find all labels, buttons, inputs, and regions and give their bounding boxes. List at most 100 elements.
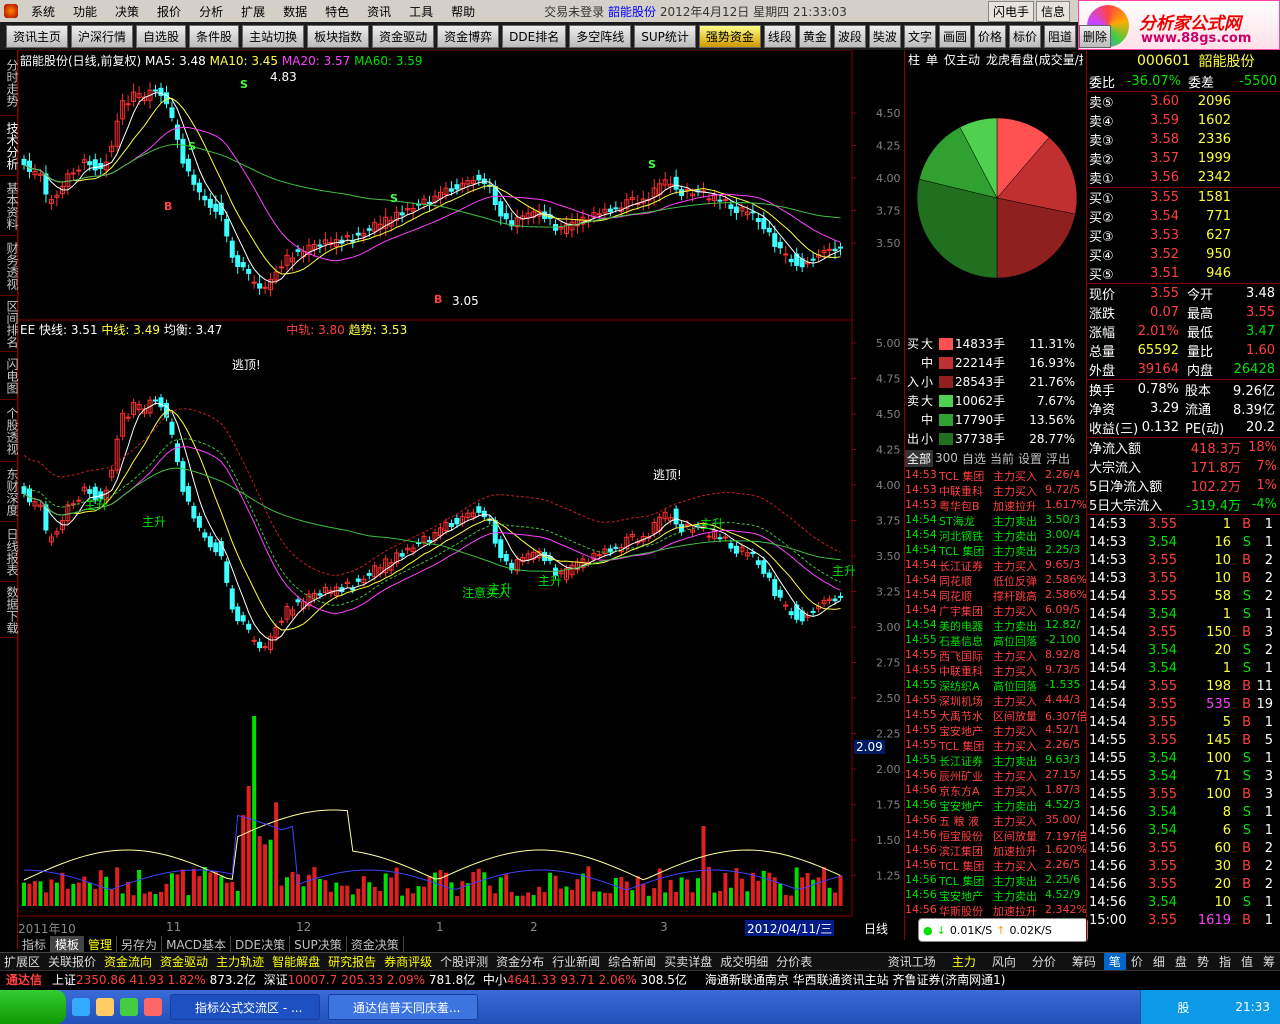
info-tab[interactable]: 资金分布 <box>492 953 548 970</box>
kline-chart-area[interactable]: 4.50 4.25 4.00 3.75 3.50 5.00 4.75 4.50 4.25 4.00… <box>18 50 904 937</box>
info-tab[interactable]: 买卖详盘 <box>660 953 716 970</box>
left-tab[interactable]: 闪电图 <box>0 352 19 400</box>
left-tab[interactable]: 基本资料 <box>0 176 19 236</box>
toolbar-button[interactable]: DDE排名 <box>502 24 567 48</box>
menu-item[interactable]: 系统 <box>22 3 64 20</box>
capital-alert-row[interactable]: 14:56 京东方A 主力买入 1.87/3 <box>905 783 1087 798</box>
right-info-tab[interactable]: 资讯工场 <box>880 953 944 970</box>
left-tab[interactable]: 财务透视 <box>0 236 19 296</box>
capital-alert-row[interactable]: 14:54 长江证券 主力买入 9.65/3 <box>905 558 1087 573</box>
sidebar-tab[interactable]: 龙虎看盘(成交量/技术) <box>983 51 1083 68</box>
capital-alert-row[interactable]: 14:54 同花顺 撑杆跳高 2.586% <box>905 588 1087 603</box>
toolbar-button-active[interactable]: 强势资金 <box>698 24 761 48</box>
menu-item[interactable]: 分析 <box>190 3 232 20</box>
capital-alert-row[interactable]: 14:56 宝安地产 主力卖出 4.52/9 <box>905 888 1087 903</box>
bid-level-row[interactable]: 买④ 3.52 950 <box>1087 245 1280 264</box>
draw-tool-button[interactable]: 波段 <box>833 24 866 48</box>
capital-alert-row[interactable]: 14:56 宝安地产 主力卖出 4.52/3 <box>905 798 1087 813</box>
draw-tool-button[interactable]: 画圆 <box>938 24 971 48</box>
bid-level-row[interactable]: 买① 3.55 1581 <box>1087 188 1280 207</box>
capital-alert-row[interactable]: 14:55 宝安地产 主力买入 4.52/1 <box>905 723 1087 738</box>
quote-tab[interactable]: 价 <box>1126 953 1148 970</box>
toolbar-button[interactable]: SUP统计 <box>634 24 696 48</box>
indicator-tab[interactable]: SUP决策 <box>290 936 347 952</box>
ask-level-row[interactable]: 卖③ 3.58 2336 <box>1087 130 1280 149</box>
info-tab[interactable]: 行业新闻 <box>548 953 604 970</box>
right-info-tab[interactable]: 风向 <box>984 953 1024 970</box>
capital-alert-row[interactable]: 14:54 河北钢铁 主力卖出 3.00/4 <box>905 528 1087 543</box>
capital-alert-row[interactable]: 14:55 深纺织A 高位回落 -1.535 <box>905 678 1087 693</box>
draw-tool-button[interactable]: 文字 <box>903 24 936 48</box>
info-tab[interactable]: 分价表 <box>772 953 816 970</box>
menu-item[interactable]: 数据 <box>274 3 316 20</box>
taskbar-window-button[interactable]: 通达信普天同庆羞... <box>328 994 478 1020</box>
draw-tool-button[interactable]: 标价 <box>1008 24 1041 48</box>
menu-item[interactable]: 功能 <box>64 3 106 20</box>
flash-trade-button[interactable]: 闪电手 <box>988 1 1035 22</box>
indicator-tab[interactable]: 另存为 <box>117 936 163 952</box>
capital-alert-row[interactable]: 14:56 TCL 集团 主力卖出 2.25/6 <box>905 873 1087 888</box>
toolbar-button[interactable]: 资金驱动 <box>372 24 435 48</box>
capital-alert-row[interactable]: 14:55 深圳机场 主力买入 4.44/3 <box>905 693 1087 708</box>
right-info-tab[interactable]: 分价 <box>1024 953 1064 970</box>
toolbar-button[interactable]: 资金博弈 <box>437 24 500 48</box>
capital-alert-row[interactable]: 14:55 西飞国际 主力买入 8.92/8 <box>905 648 1087 663</box>
toolbar-button[interactable]: 沪深行情 <box>71 24 134 48</box>
ime-indicator[interactable]: 股 <box>1177 999 1189 1016</box>
capital-alert-row[interactable]: 14:56 辰州矿业 主力买入 27.15/ <box>905 768 1087 783</box>
indicator-tab[interactable]: 指标 <box>18 936 52 952</box>
capital-alert-row[interactable]: 14:55 大禹节水 区间放量 6.307倍 <box>905 708 1087 723</box>
capital-alert-row[interactable]: 14:56 恒宝股份 区间放量 7.197倍 <box>905 828 1087 843</box>
capital-alert-row[interactable]: 14:53 粤华包B 加速拉升 1.617% <box>905 498 1087 513</box>
period-label[interactable]: 日线 <box>864 920 888 937</box>
filter-tab[interactable]: 300 <box>933 451 960 465</box>
toolbar-button[interactable]: 自选股 <box>136 24 187 48</box>
quote-tab[interactable]: 笔 <box>1103 953 1126 970</box>
info-tab[interactable]: 综合新闻 <box>604 953 660 970</box>
menu-item[interactable]: 决策 <box>106 3 148 20</box>
draw-tool-button[interactable]: 价格 <box>973 24 1006 48</box>
left-tab[interactable]: 个股透视 <box>0 400 19 462</box>
sidebar-tab[interactable]: 仅主动 <box>941 51 983 68</box>
filter-tab[interactable]: 自选 <box>960 450 988 467</box>
start-button[interactable] <box>0 990 66 1024</box>
filter-tab[interactable]: 当前 <box>988 450 1016 467</box>
filter-tab[interactable]: 设置 <box>1016 450 1044 467</box>
capital-alert-row[interactable]: 14:55 TCL 集团 主力买入 2.26/5 <box>905 738 1087 753</box>
bid-level-row[interactable]: 买⑤ 3.51 946 <box>1087 264 1280 283</box>
ask-level-row[interactable]: 卖① 3.56 2342 <box>1087 168 1280 187</box>
info-tab[interactable]: 关联报价 <box>44 953 100 970</box>
capital-alert-row[interactable]: 14:55 长江证券 主力卖出 9.63/3 <box>905 753 1087 768</box>
capital-alert-row[interactable]: 14:54 TCL 集团 主力卖出 2.25/3 <box>905 543 1087 558</box>
capital-alert-row[interactable]: 14:54 ST海龙 主力卖出 3.50/3 <box>905 513 1087 528</box>
indicator-tab-active[interactable]: 模板 <box>51 936 85 952</box>
left-tab[interactable]: 技术分析 <box>0 116 19 176</box>
capital-alert-row[interactable]: 14:54 同花顺 低位反弹 2.586% <box>905 573 1087 588</box>
capital-alert-row[interactable]: 14:53 中联重科 主力买入 9.72/5 <box>905 483 1087 498</box>
sidebar-tab[interactable]: 单 <box>923 51 941 68</box>
menu-item[interactable]: 扩展 <box>232 3 274 20</box>
quicklaunch-app-icon[interactable] <box>120 998 138 1016</box>
quicklaunch-app-icon[interactable] <box>144 998 162 1016</box>
bid-level-row[interactable]: 买② 3.54 771 <box>1087 207 1280 226</box>
menu-item[interactable]: 工具 <box>400 3 442 20</box>
menu-item[interactable]: 报价 <box>148 3 190 20</box>
capital-alert-row[interactable]: 14:56 华斯股份 加速拉升 2.342% <box>905 903 1087 918</box>
info-tab[interactable]: 主力轨迹 <box>212 953 268 970</box>
capital-alert-row[interactable]: 14:55 中联重科 主力买入 9.73/5 <box>905 663 1087 678</box>
draw-tool-button[interactable]: 线段 <box>763 24 796 48</box>
info-button[interactable]: 信息 <box>1036 1 1071 22</box>
sidebar-tab[interactable]: 柱 <box>905 51 923 68</box>
menu-item[interactable]: 帮助 <box>442 3 484 20</box>
capital-alert-row[interactable]: 14:56 五 粮 液主力买入 35.00/ <box>905 813 1087 828</box>
capital-alert-row[interactable]: 14:53 TCL 集团 主力买入 2.26/4 <box>905 468 1087 483</box>
info-tab[interactable]: 研究报告 <box>324 953 380 970</box>
info-tab[interactable]: 个股评测 <box>436 953 492 970</box>
quote-tab[interactable]: 细 <box>1148 953 1170 970</box>
ask-level-row[interactable]: 卖④ 3.59 1602 <box>1087 111 1280 130</box>
indicator-tab[interactable]: MACD基本 <box>162 936 232 952</box>
toolbar-button[interactable]: 板块指数 <box>307 24 370 48</box>
capital-alert-row[interactable]: 14:54 广宇集团 主力买入 6.09/5 <box>905 603 1087 618</box>
quote-tab[interactable]: 盘 <box>1170 953 1192 970</box>
capital-alert-row[interactable]: 14:55 石基信息 高位回落 -2.100 <box>905 633 1087 648</box>
